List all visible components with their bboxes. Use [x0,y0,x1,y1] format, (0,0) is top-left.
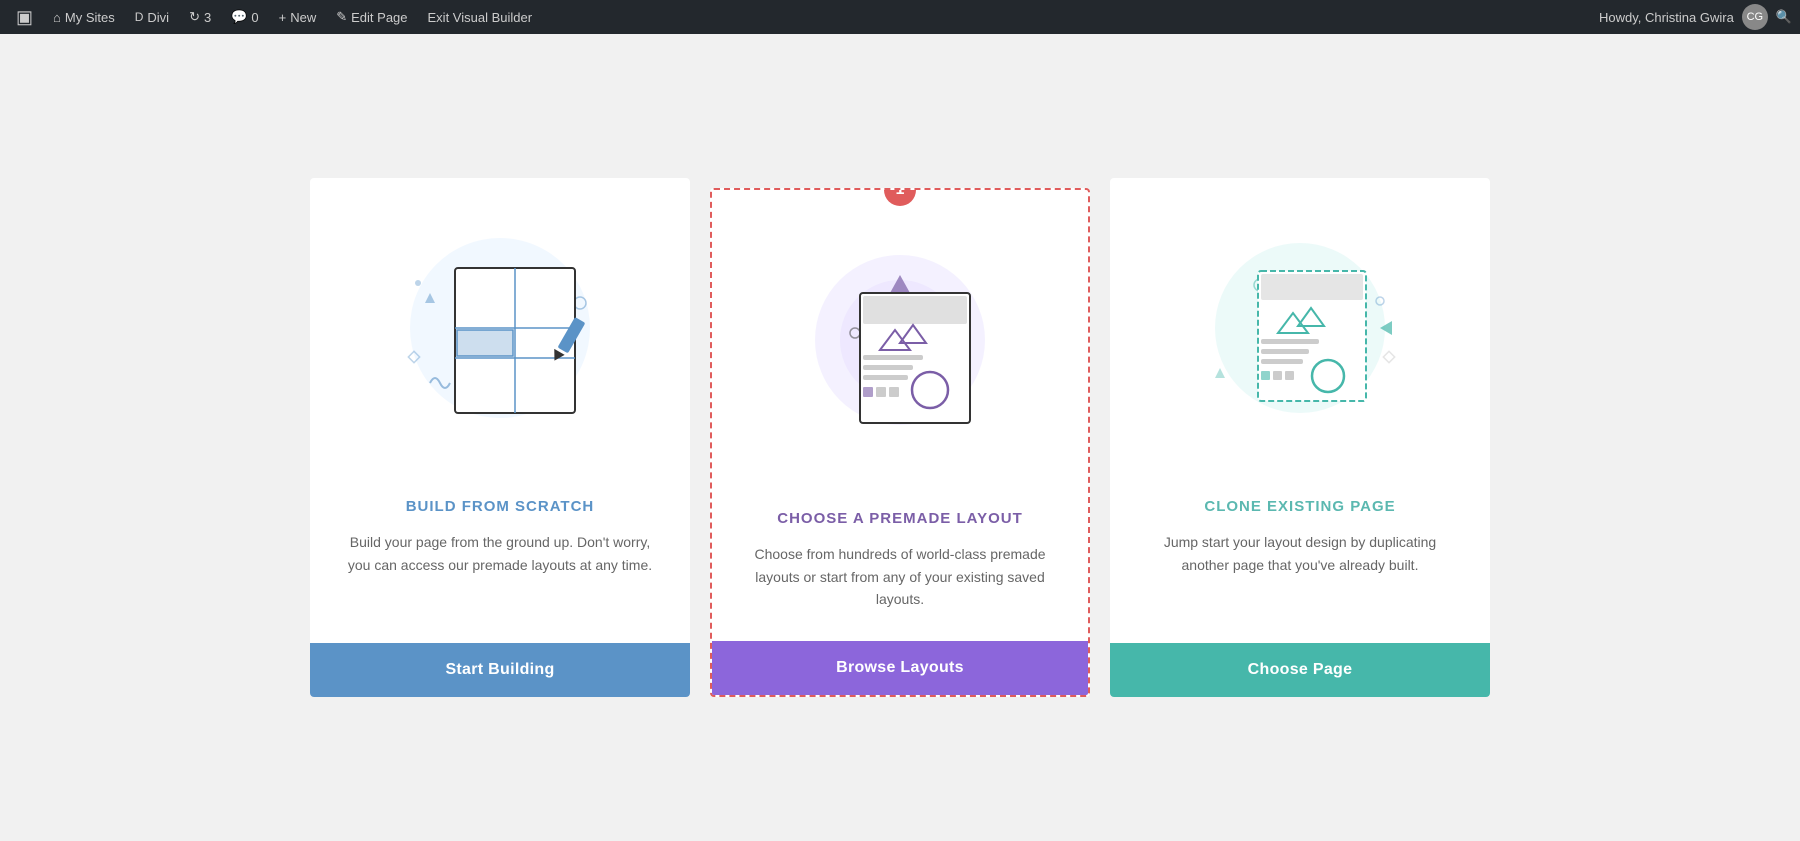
card-body-clone: CLONE EXISTING PAGE Jump start your layo… [1110,478,1490,642]
topbar: ▣ ⌂ My Sites D Divi ↻ 3 💬 0 + New ✎ Edit… [0,0,1800,34]
new-icon: + [279,10,287,25]
card-desc-scratch: Build your page from the ground up. Don'… [340,531,660,576]
updates-icon: ↻ [189,9,200,25]
new-label: New [290,10,316,25]
comments-count: 0 [251,10,258,25]
main-content: BUILD FROM SCRATCH Build your page from … [0,34,1800,841]
divi-icon: D [135,10,144,24]
wp-logo-link[interactable]: ▣ [8,0,41,34]
search-icon[interactable]: 🔍 [1776,9,1792,25]
choose-page-button[interactable]: Choose Page [1110,643,1490,697]
card-title-scratch: BUILD FROM SCRATCH [340,498,660,515]
card-premade-layout: 1 [710,188,1090,696]
card-clone-page: CLONE EXISTING PAGE Jump start your layo… [1110,178,1490,696]
exit-builder-label: Exit Visual Builder [428,10,533,25]
topbar-right: Howdy, Christina Gwira CG 🔍 [1599,4,1792,30]
card-build-from-scratch: BUILD FROM SCRATCH Build your page from … [310,178,690,696]
new-link[interactable]: + New [271,0,325,34]
user-avatar[interactable]: CG [1742,4,1768,30]
my-sites-label: My Sites [65,10,115,25]
card-illustration-premade [712,190,1088,490]
card-desc-clone: Jump start your layout design by duplica… [1140,531,1460,576]
comments-icon: 💬 [231,9,247,25]
edit-page-link[interactable]: ✎ Edit Page [328,0,415,34]
exit-builder-link[interactable]: Exit Visual Builder [420,0,541,34]
updates-count: 3 [204,10,211,25]
updates-link[interactable]: ↻ 3 [181,0,219,34]
card-title-clone: CLONE EXISTING PAGE [1140,498,1460,515]
divi-link[interactable]: D Divi [127,0,177,34]
card-title-premade: CHOOSE A PREMADE LAYOUT [742,510,1058,527]
cards-container: BUILD FROM SCRATCH Build your page from … [300,178,1500,696]
topbar-left: ▣ ⌂ My Sites D Divi ↻ 3 💬 0 + New ✎ Edit… [8,0,540,34]
edit-page-label: Edit Page [351,10,407,25]
wp-logo-icon: ▣ [16,7,33,28]
card-illustration-scratch [310,178,690,478]
card-body-premade: CHOOSE A PREMADE LAYOUT Choose from hund… [712,490,1088,640]
card-body-scratch: BUILD FROM SCRATCH Build your page from … [310,478,690,642]
start-building-button[interactable]: Start Building [310,643,690,697]
card-illustration-clone [1110,178,1490,478]
card-desc-premade: Choose from hundreds of world-class prem… [742,543,1058,610]
comments-link[interactable]: 💬 0 [223,0,266,34]
my-sites-icon: ⌂ [53,10,61,25]
browse-layouts-button[interactable]: Browse Layouts [712,641,1088,695]
edit-icon: ✎ [336,9,347,25]
divi-label: Divi [147,10,169,25]
user-greeting: Howdy, Christina Gwira [1599,10,1734,25]
badge-number: 1 [896,188,905,199]
my-sites-link[interactable]: ⌂ My Sites [45,0,123,34]
